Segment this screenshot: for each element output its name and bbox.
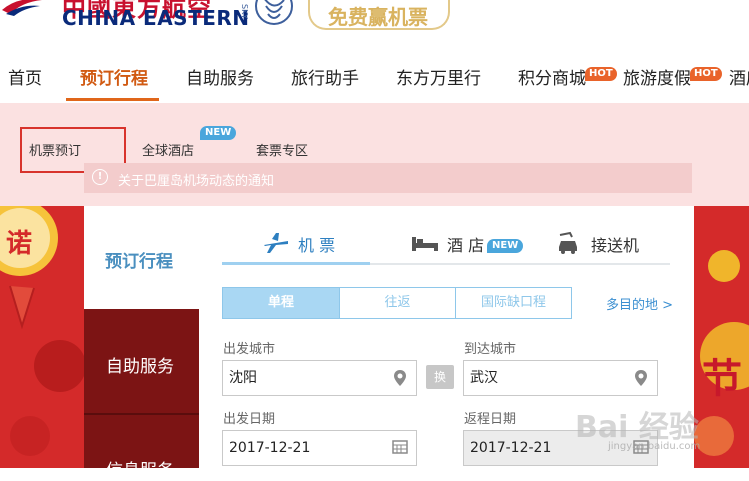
calendar-icon[interactable] xyxy=(392,440,408,454)
from-city-input[interactable]: 沈阳 xyxy=(222,360,417,396)
depart-date-label: 出发日期 xyxy=(223,412,276,427)
nav-item-eastern-miles[interactable]: 东方万里行 xyxy=(396,64,481,89)
side-tab-info-service[interactable]: 信息服务 xyxy=(106,456,174,481)
nav-item-points-mall[interactable]: 积分商城 xyxy=(518,64,586,89)
tab-transfer[interactable]: 接送机 xyxy=(591,232,639,256)
nav-active-indicator xyxy=(66,98,159,101)
site-header: 中國東方航空 CHINA EASTERN SKY 免费赢机票 xyxy=(0,0,749,36)
car-icon[interactable] xyxy=(556,231,580,255)
left-promo-banner[interactable]: 诺 xyxy=(0,206,84,468)
location-pin-icon[interactable] xyxy=(393,369,407,387)
trip-type-one-way[interactable]: 单程 xyxy=(222,287,340,319)
location-pin-icon[interactable] xyxy=(634,369,648,387)
baidu-watermark-url: jingyan.baidu.com xyxy=(608,441,701,452)
new-badge: NEW xyxy=(487,239,524,253)
nav-item-self-service[interactable]: 自助服务 xyxy=(186,64,254,89)
hot-badge: HOT xyxy=(585,67,617,81)
baidu-watermark: Bai 经验 xyxy=(575,410,699,445)
airline-logo-icon[interactable] xyxy=(0,0,44,16)
svg-text:节: 节 xyxy=(702,355,742,402)
tab-flight[interactable]: 机 票 xyxy=(298,232,335,256)
return-date-label: 返程日期 xyxy=(464,412,517,427)
side-tab-booking[interactable]: 预订行程 xyxy=(105,247,173,272)
depart-date-input[interactable]: 2017-12-21 xyxy=(222,430,417,466)
banner-decoration-icon: 诺 xyxy=(0,206,84,468)
to-city-label: 到达城市 xyxy=(464,342,517,357)
nav-item-hotel[interactable]: 酒店 xyxy=(729,64,749,89)
nav-item-travel-assistant[interactable]: 旅行助手 xyxy=(291,64,359,89)
tab-active-indicator xyxy=(222,262,370,265)
to-city-input[interactable]: 武汉 xyxy=(463,360,658,396)
logo-english-text: CHINA EASTERN xyxy=(62,6,250,30)
skyteam-logo-icon: SKY xyxy=(240,0,293,25)
swap-cities-button[interactable]: 换 xyxy=(426,365,454,389)
bed-icon[interactable] xyxy=(411,235,439,253)
subnav-item-flight-booking[interactable]: 机票预订 xyxy=(29,140,81,159)
banner-decoration-icon: 节 xyxy=(694,206,749,468)
nav-item-home[interactable]: 首页 xyxy=(8,64,42,89)
from-city-label: 出发城市 xyxy=(223,342,276,357)
subnav-item-global-hotels[interactable]: 全球酒店 xyxy=(142,140,194,159)
nav-item-booking[interactable]: 预订行程 xyxy=(80,64,148,89)
promo-text: 免费赢机票 xyxy=(328,5,428,29)
info-icon: ! xyxy=(92,169,108,185)
new-badge: NEW xyxy=(200,126,237,140)
subnav-item-packages[interactable]: 套票专区 xyxy=(256,140,308,159)
notice-text[interactable]: 关于巴厘岛机场动态的通知 xyxy=(118,170,274,189)
multi-destination-link[interactable]: 多目的地 > xyxy=(606,294,673,313)
hot-badge: HOT xyxy=(690,67,722,81)
nav-item-vacation[interactable]: 旅游度假 xyxy=(623,64,691,89)
airplane-icon[interactable] xyxy=(262,231,290,255)
trip-type-round-trip[interactable]: 往返 xyxy=(339,287,456,319)
svg-text:诺: 诺 xyxy=(6,229,32,259)
trip-type-open-jaw[interactable]: 国际缺口程 xyxy=(455,287,572,319)
right-promo-banner[interactable]: 节 xyxy=(694,206,749,468)
side-tab-self-service[interactable]: 自助服务 xyxy=(106,352,174,377)
tab-hotel[interactable]: 酒 店 xyxy=(447,232,484,256)
svg-text:SKY: SKY xyxy=(240,4,249,19)
